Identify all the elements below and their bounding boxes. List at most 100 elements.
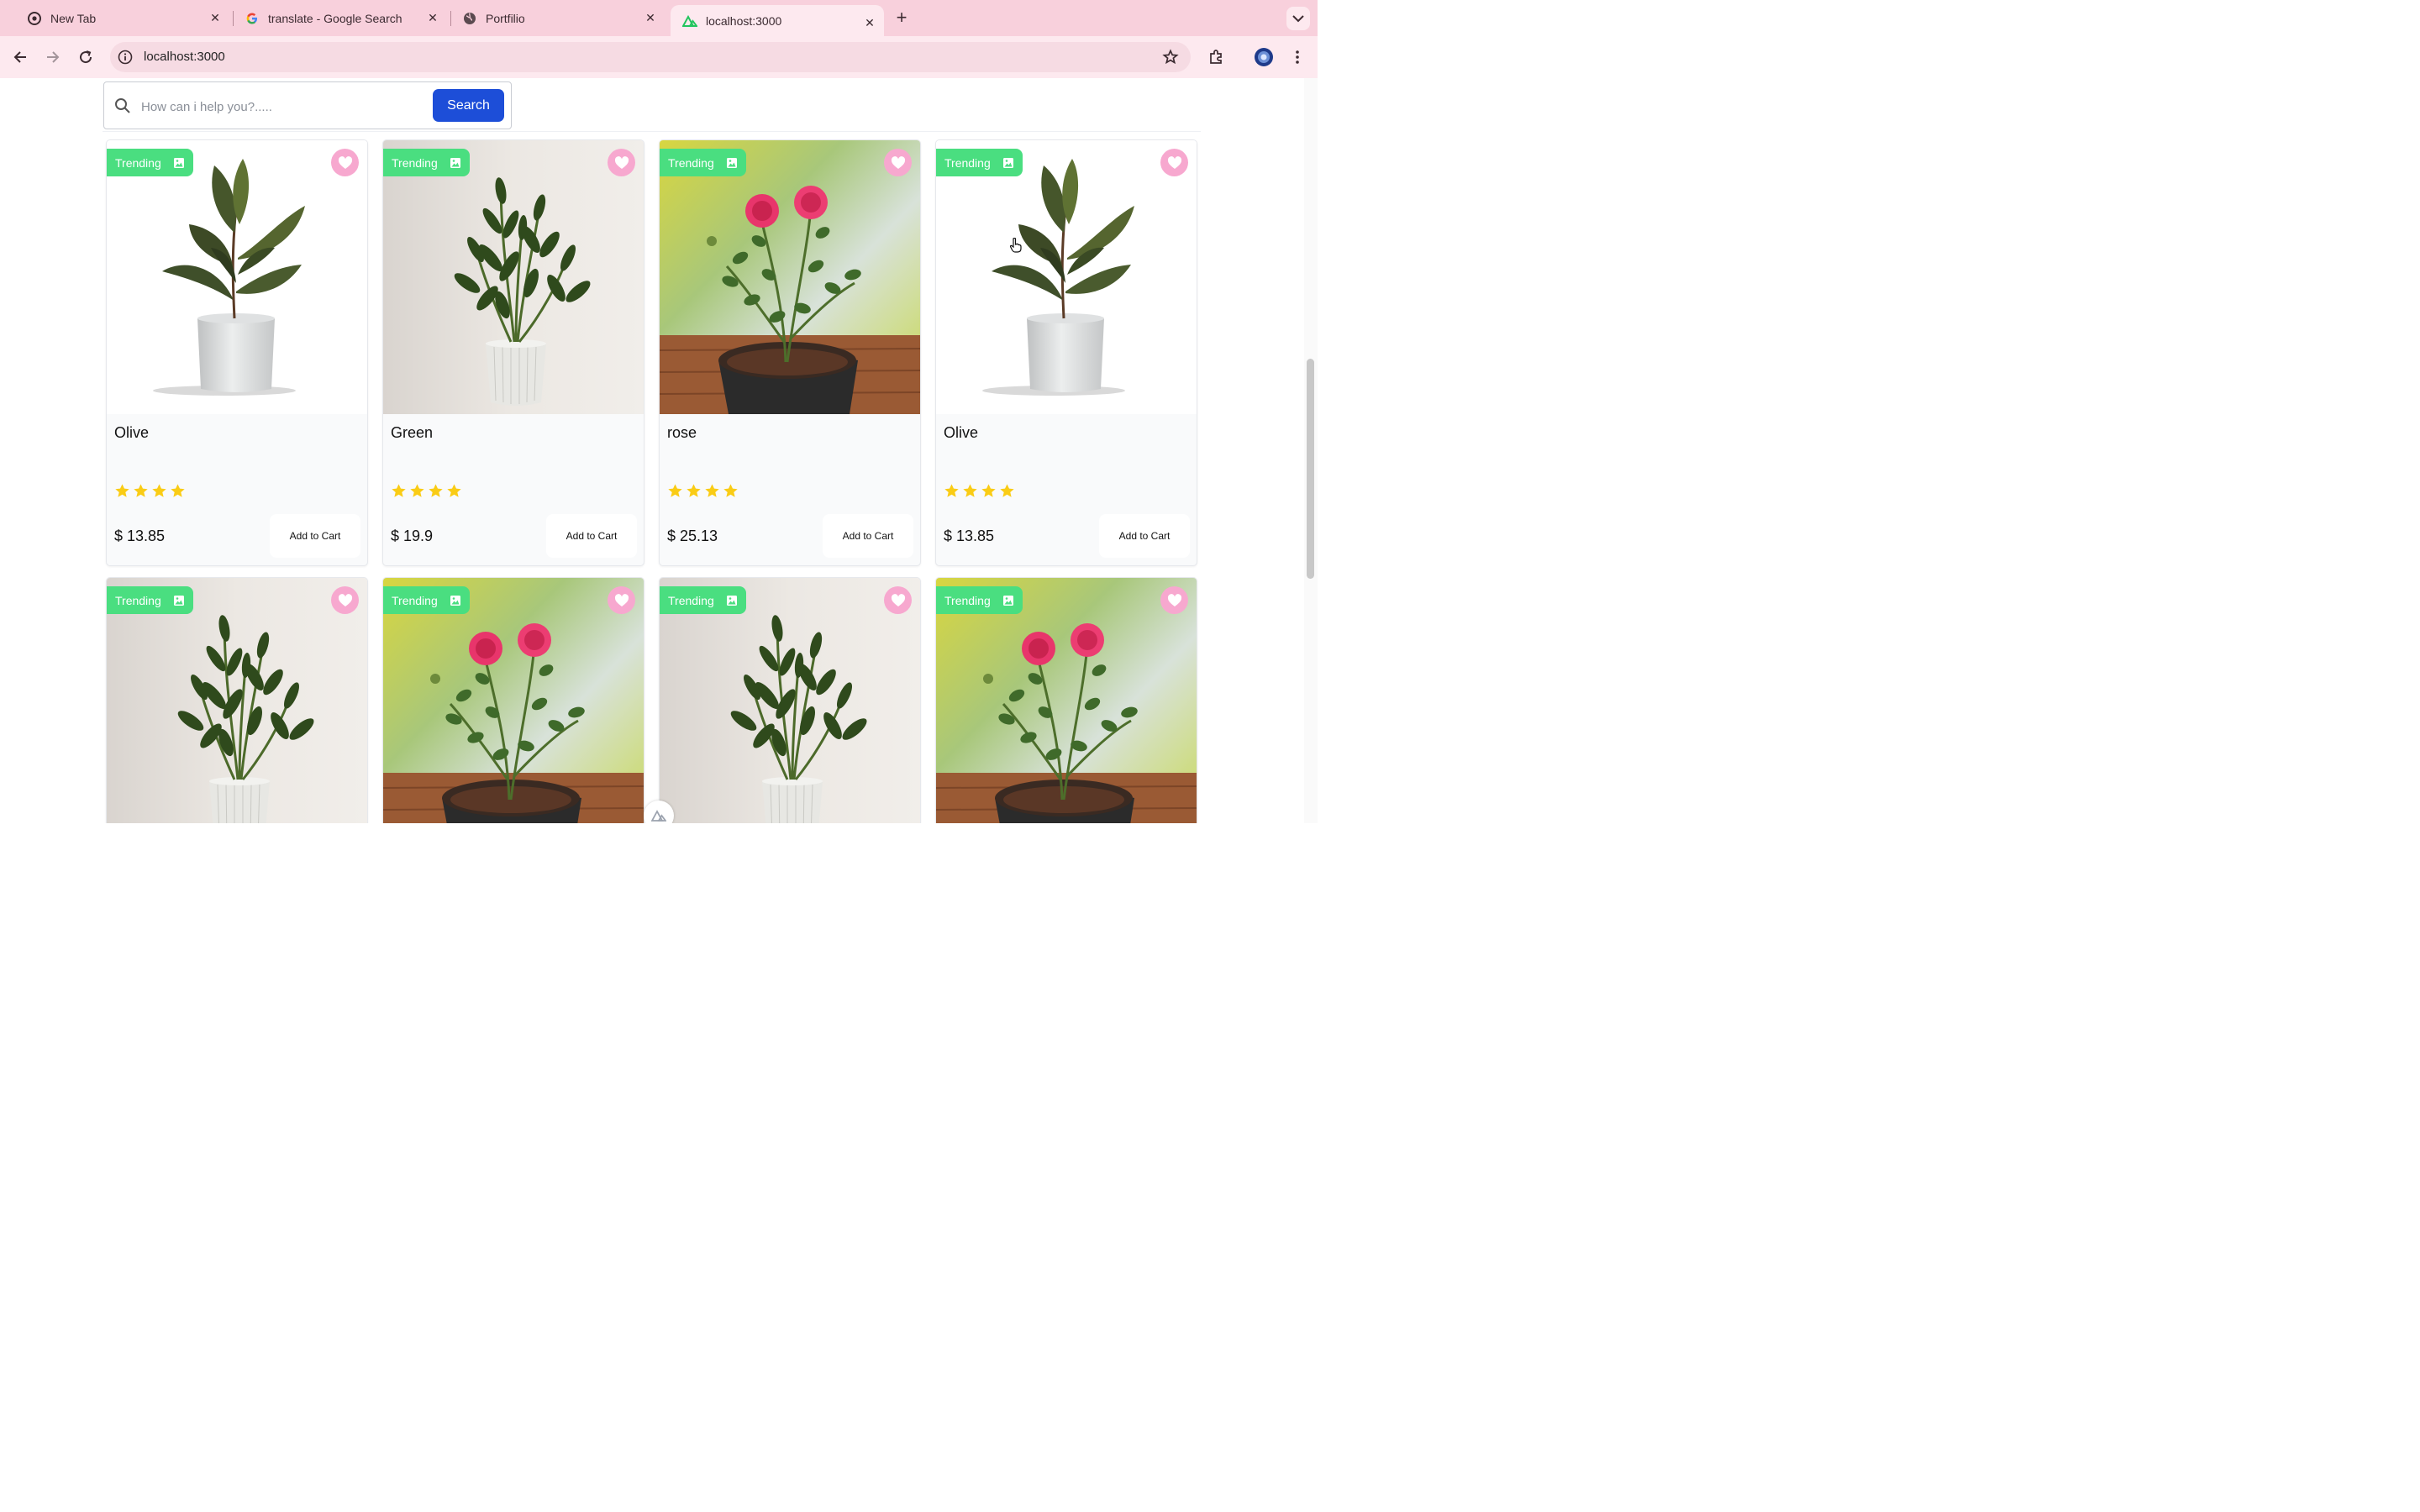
tab-search-button[interactable] — [1286, 7, 1310, 30]
page-viewport: Search TrendingOlive$ 13.85Add to CartTr… — [0, 78, 1318, 823]
trending-badge: Trending — [936, 586, 1023, 614]
product-image[interactable] — [936, 578, 1197, 823]
add-to-cart-button[interactable]: Add to Cart — [546, 514, 637, 558]
star-icon — [392, 484, 406, 497]
site-info-icon[interactable] — [117, 49, 134, 66]
product-image[interactable] — [660, 140, 920, 414]
favorite-button[interactable] — [608, 149, 635, 176]
product-image[interactable] — [936, 140, 1197, 414]
trending-badge: Trending — [660, 586, 746, 614]
back-button[interactable] — [9, 46, 31, 68]
image-icon — [726, 157, 737, 168]
product-name: Olive — [114, 424, 150, 441]
star-icon — [963, 484, 977, 497]
tab-title: localhost:3000 — [706, 13, 782, 28]
search-input[interactable] — [139, 92, 420, 121]
product-image[interactable] — [383, 578, 644, 823]
browser-toolbar: localhost:3000 — [0, 36, 1318, 78]
add-to-cart-button[interactable]: Add to Cart — [823, 514, 913, 558]
new-tab-button[interactable]: + — [892, 8, 911, 27]
favorite-button[interactable] — [608, 586, 635, 614]
badge-label: Trending — [944, 593, 991, 607]
rating-stars — [391, 483, 462, 499]
badge-label: Trending — [115, 593, 161, 607]
product-image[interactable] — [383, 140, 644, 414]
trending-badge: Trending — [383, 586, 470, 614]
product-price: $ 13.85 — [944, 528, 995, 544]
favorite-button[interactable] — [1160, 149, 1188, 176]
profile-button[interactable] — [1253, 46, 1275, 68]
favorite-button[interactable] — [884, 149, 912, 176]
reload-button[interactable] — [75, 46, 97, 68]
nuxt-icon — [651, 810, 666, 822]
search-button[interactable]: Search — [433, 89, 504, 122]
star-icon — [152, 484, 166, 497]
tab-localhost-3000[interactable]: localhost:3000 ✕ — [671, 5, 884, 36]
puzzle-icon — [1210, 50, 1222, 64]
product-image[interactable] — [107, 578, 367, 823]
scrollbar-thumb[interactable] — [1307, 359, 1314, 579]
forward-button[interactable] — [42, 46, 64, 68]
address-bar[interactable]: localhost:3000 — [110, 42, 1191, 72]
tab-new-tab[interactable]: New Tab ✕ — [15, 0, 229, 36]
favorite-button[interactable] — [331, 586, 359, 614]
bookmark-star-icon[interactable] — [1162, 49, 1179, 66]
star-icon — [447, 484, 461, 497]
product-price: $ 25.13 — [667, 528, 718, 544]
tab-title: New Tab — [50, 11, 97, 25]
tab-translate-google-search[interactable]: translate - Google Search ✕ — [233, 0, 447, 36]
badge-label: Trending — [668, 593, 714, 607]
image-icon — [173, 595, 184, 606]
favorite-button[interactable] — [331, 149, 359, 176]
trending-badge: Trending — [936, 149, 1023, 176]
product-card[interactable]: Trending — [935, 577, 1197, 823]
product-card[interactable]: Trending Olive $ 13.85 Add to Cart — [106, 139, 368, 566]
globe-icon — [462, 11, 477, 26]
image-icon — [450, 157, 460, 168]
heart-icon — [614, 155, 629, 169]
arrow-left-icon — [13, 51, 26, 63]
heart-icon — [891, 155, 905, 169]
product-name: Olive — [944, 424, 979, 441]
tab-strip: New Tab ✕ translate - Google Search ✕ Po… — [0, 0, 1318, 36]
add-to-cart-button[interactable]: Add to Cart — [270, 514, 360, 558]
star-icon — [687, 484, 701, 497]
star-icon — [410, 484, 424, 497]
rating-stars — [667, 483, 739, 499]
close-tab-icon[interactable]: ✕ — [208, 10, 223, 25]
add-to-cart-button[interactable]: Add to Cart — [1099, 514, 1190, 558]
heart-icon — [338, 155, 352, 169]
nuxt-icon — [682, 13, 697, 29]
trending-badge: Trending — [107, 149, 193, 176]
favorite-button[interactable] — [1160, 586, 1188, 614]
browser-menu-button[interactable] — [1286, 46, 1308, 68]
close-tab-icon[interactable]: ✕ — [425, 10, 440, 25]
tab-portfilio[interactable]: Portfilio ✕ — [450, 0, 665, 36]
tab-title: translate - Google Search — [268, 11, 402, 25]
product-image[interactable] — [660, 578, 920, 823]
product-name: Green — [391, 424, 434, 441]
close-tab-icon[interactable]: ✕ — [862, 15, 877, 30]
favorite-button[interactable] — [884, 586, 912, 614]
chrome-icon — [27, 11, 42, 26]
product-card[interactable]: Trending Green $ 19.9 Add to Cart — [382, 139, 644, 566]
product-card[interactable]: Trending — [106, 577, 368, 823]
product-image[interactable] — [107, 140, 367, 414]
close-tab-icon[interactable]: ✕ — [643, 10, 658, 25]
product-card[interactable]: Trending — [659, 577, 921, 823]
trending-badge: Trending — [660, 149, 746, 176]
badge-label: Trending — [944, 155, 991, 170]
image-icon — [1002, 595, 1013, 606]
star-icon — [429, 484, 443, 497]
badge-label: Trending — [392, 593, 438, 607]
product-card[interactable]: Trending Olive $ 13.85 Add to Cart — [935, 139, 1197, 566]
product-card[interactable]: Trending — [382, 577, 644, 823]
arrow-right-icon — [47, 51, 60, 63]
rating-stars — [944, 483, 1015, 499]
image-icon — [450, 595, 460, 606]
extensions-button[interactable] — [1205, 46, 1227, 68]
product-card[interactable]: Trending rose $ 25.13 Add to Cart — [659, 139, 921, 566]
heart-icon — [338, 593, 352, 606]
trending-badge: Trending — [107, 586, 193, 614]
star-icon — [134, 484, 148, 497]
